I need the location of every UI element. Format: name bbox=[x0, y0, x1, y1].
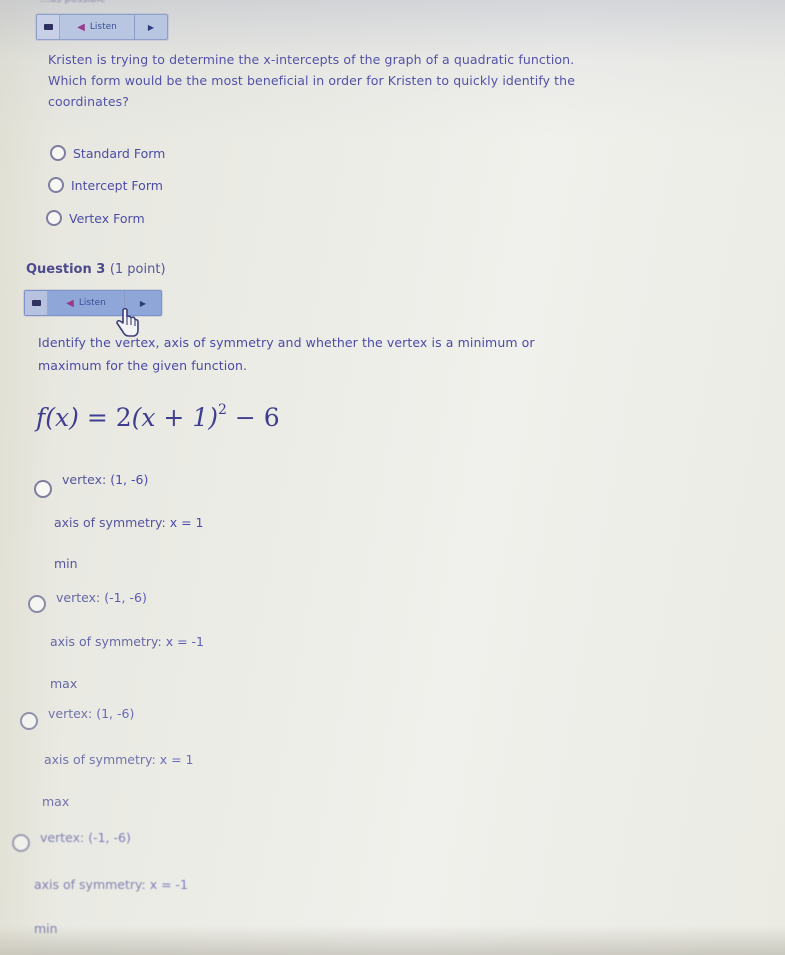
keyboard-icon bbox=[31, 300, 41, 306]
option-label: Standard Form bbox=[73, 145, 166, 161]
option-c-extremum: max bbox=[42, 794, 70, 809]
option-b-extremum: max bbox=[50, 676, 78, 691]
listen-settings-button[interactable] bbox=[37, 15, 60, 39]
radio-button[interactable] bbox=[34, 480, 52, 498]
radio-button[interactable] bbox=[28, 595, 46, 613]
radio-button[interactable] bbox=[46, 210, 62, 226]
listen-settings-button[interactable] bbox=[25, 291, 48, 315]
option-d-vertex: vertex: (-1, -6) bbox=[40, 830, 131, 845]
q2-prompt-line-3: coordinates? bbox=[48, 94, 130, 109]
option-d-axis: axis of symmetry: x = -1 bbox=[34, 877, 188, 892]
listen-label: Listen bbox=[78, 298, 106, 308]
q2-prompt-line-2: Which form would be the most beneficial … bbox=[48, 73, 575, 88]
option-label: Vertex Form bbox=[69, 210, 145, 226]
option-d-extremum: min bbox=[34, 921, 58, 936]
option-b-axis: axis of symmetry: x = -1 bbox=[50, 634, 204, 649]
formula-tail: − 6 bbox=[234, 403, 280, 432]
formula-exponent: 2 bbox=[217, 402, 227, 418]
q2-prompt-line-1: Kristen is trying to determine the x-int… bbox=[48, 52, 575, 67]
listen-toolbar-q2: ◀ Listen ▶ bbox=[36, 14, 168, 40]
radio-button[interactable] bbox=[12, 834, 30, 852]
function-formula: f(x) = 2(x + 1)2 − 6 bbox=[36, 402, 280, 432]
q3-option-b[interactable] bbox=[28, 595, 46, 613]
q2-option-vertex-form[interactable]: Vertex Form bbox=[46, 210, 145, 226]
question-points: (1 point) bbox=[109, 262, 166, 277]
q2-option-intercept-form[interactable]: Intercept Form bbox=[48, 177, 163, 193]
option-a-extremum: min bbox=[54, 556, 78, 571]
play-icon: ▶ bbox=[147, 22, 155, 32]
q2-option-standard-form[interactable]: Standard Form bbox=[50, 145, 165, 161]
radio-button[interactable] bbox=[20, 712, 38, 730]
listen-toolbar-q3: ◀ Listen ▶ bbox=[24, 290, 162, 316]
option-label: Intercept Form bbox=[71, 177, 163, 193]
option-a-axis: axis of symmetry: x = 1 bbox=[54, 515, 204, 530]
q3-prompt-line-2: maximum for the given function. bbox=[38, 358, 248, 373]
formula-inner: (x + 1) bbox=[131, 403, 218, 432]
option-c-vertex: vertex: (1, -6) bbox=[48, 706, 135, 721]
option-a-vertex: vertex: (1, -6) bbox=[62, 472, 149, 487]
keyboard-icon bbox=[43, 24, 53, 30]
speaker-icon: ◀ bbox=[66, 297, 74, 309]
speaker-icon: ◀ bbox=[77, 21, 85, 33]
formula-equals: = bbox=[86, 403, 108, 432]
option-b-vertex: vertex: (-1, -6) bbox=[56, 590, 147, 605]
option-c-axis: axis of symmetry: x = 1 bbox=[44, 752, 194, 767]
cutoff-previous-text: …as possible bbox=[40, 0, 200, 4]
q3-option-d[interactable] bbox=[12, 834, 30, 852]
q3-prompt-line-1: Identify the vertex, axis of symmetry an… bbox=[38, 335, 535, 350]
play-button[interactable]: ▶ bbox=[135, 15, 167, 39]
question-title: Question 3 bbox=[26, 262, 106, 277]
listen-button[interactable]: ◀ Listen bbox=[60, 15, 135, 39]
formula-coef: 2 bbox=[115, 403, 132, 432]
radio-button[interactable] bbox=[50, 145, 66, 161]
play-icon: ▶ bbox=[139, 298, 147, 308]
q3-option-c[interactable] bbox=[20, 712, 38, 730]
formula-lhs: f(x) bbox=[36, 403, 79, 432]
listen-label: Listen bbox=[89, 22, 117, 32]
radio-button[interactable] bbox=[48, 177, 64, 193]
question-3-heading: Question 3 (1 point) bbox=[26, 262, 166, 277]
q3-option-a[interactable] bbox=[34, 480, 52, 498]
